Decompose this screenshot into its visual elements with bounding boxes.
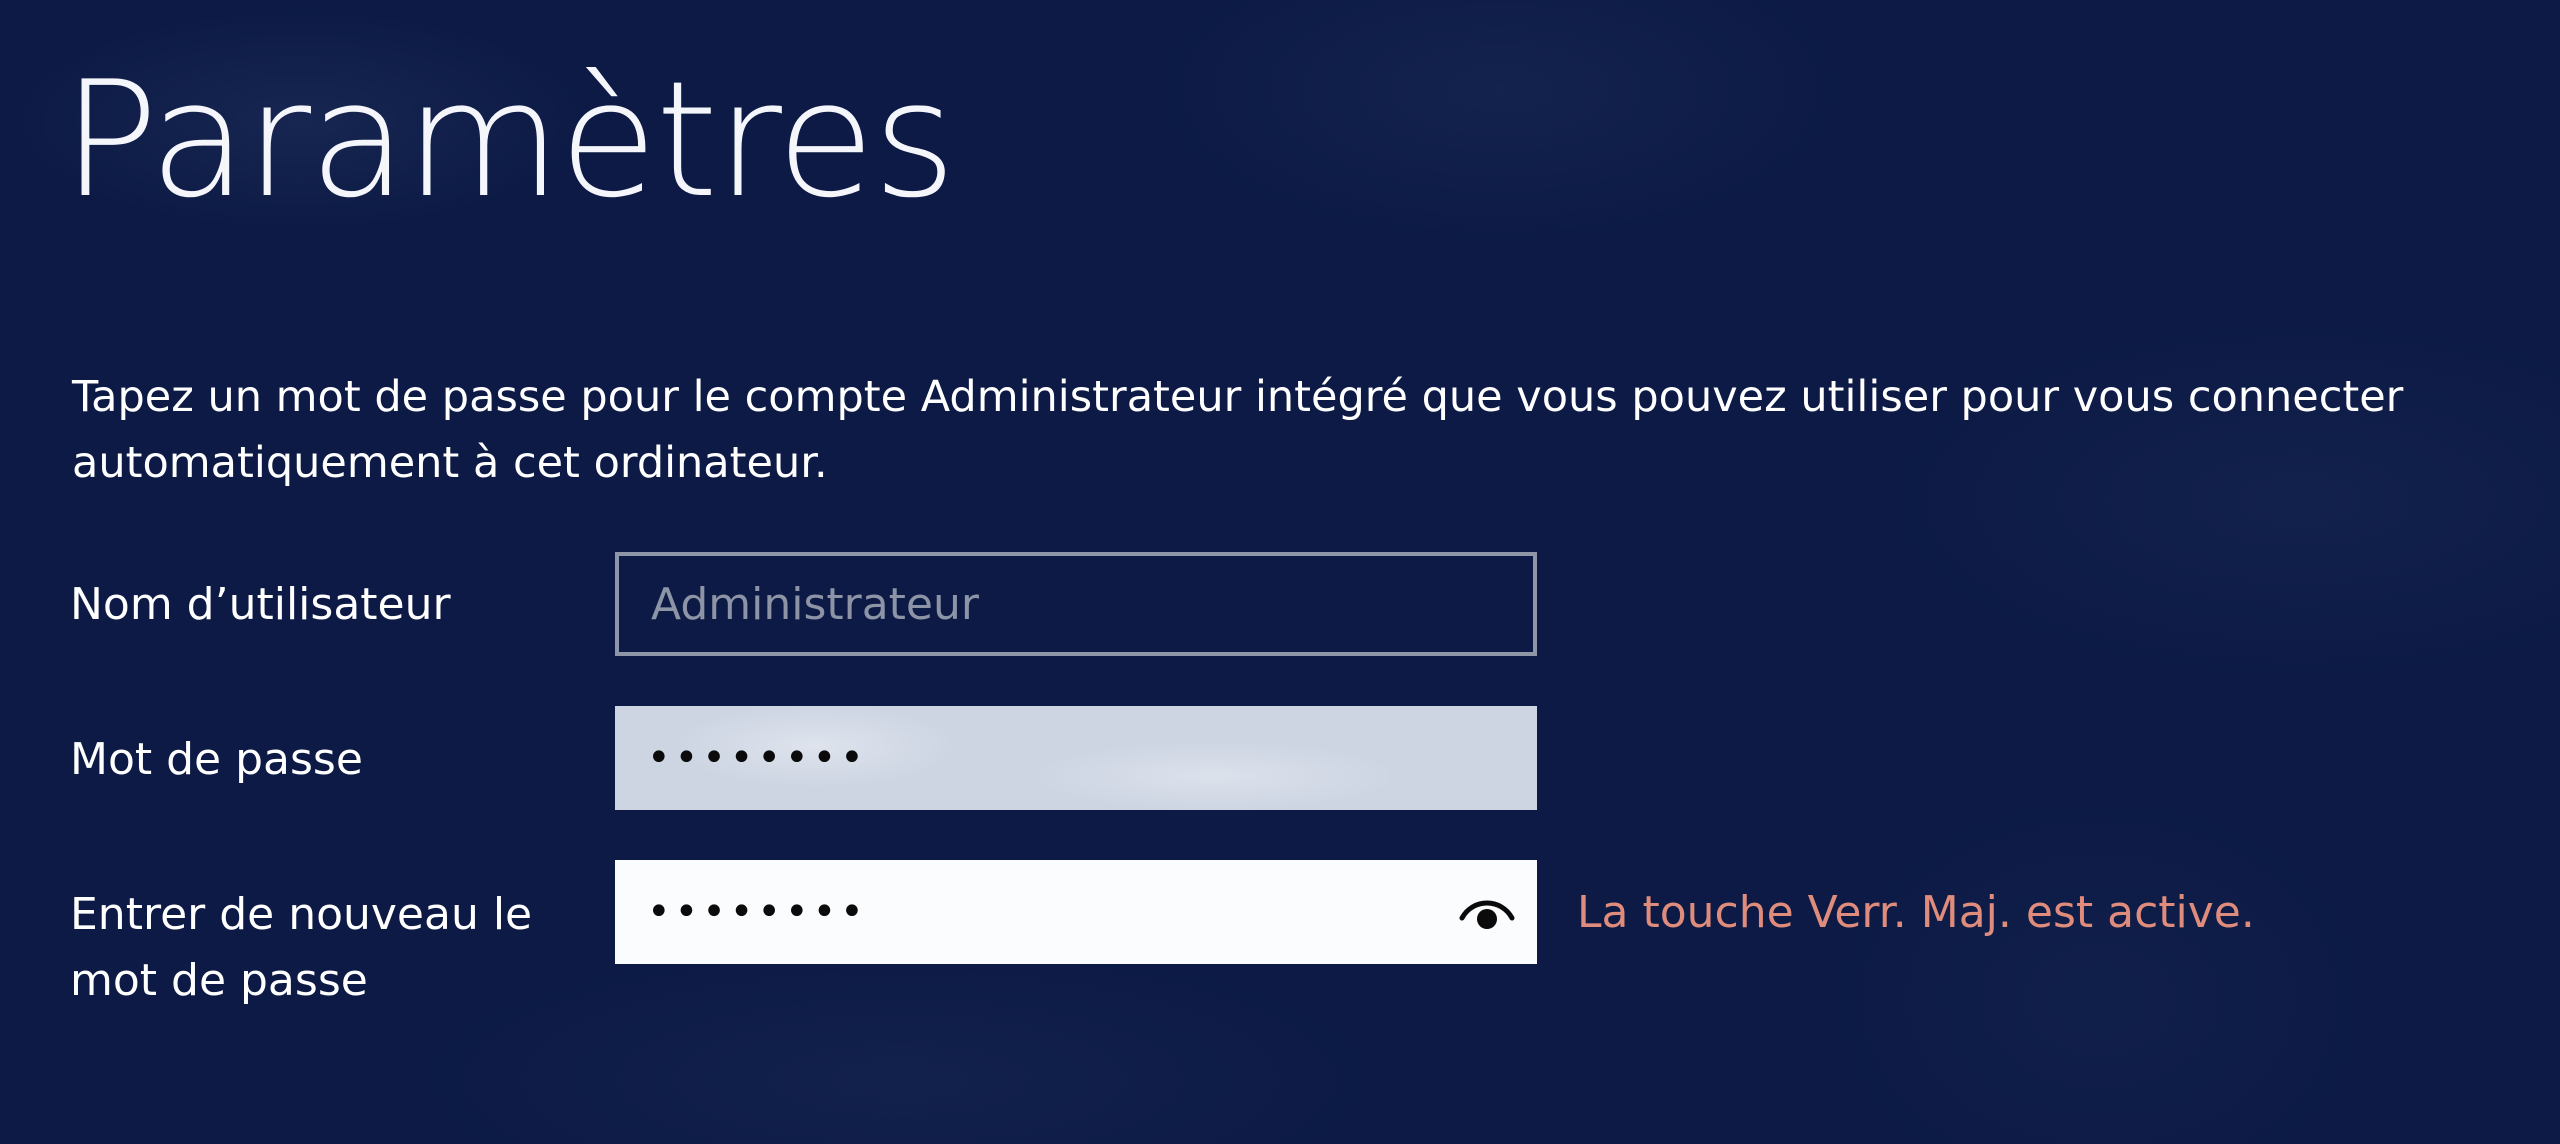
page-title: Paramètres [62,46,956,233]
password-masked-value: •••••••• [647,735,868,781]
eye-icon [1459,900,1515,929]
reveal-password-button[interactable] [1457,882,1517,942]
password-field[interactable]: •••••••• [615,706,1537,810]
confirm-password-field[interactable]: •••••••• [615,860,1537,964]
caps-lock-warning: La touche Verr. Maj. est active. [1577,887,2255,938]
password-label: Mot de passe [70,734,363,785]
confirm-password-label: Entrer de nouveau le mot de passe [70,889,533,1006]
username-label: Nom d’utilisateur [70,579,451,630]
confirm-password-masked-value: •••••••• [647,889,868,935]
instruction-text: Tapez un mot de passe pour le compte Adm… [72,372,2404,488]
username-field[interactable]: Administrateur [615,552,1537,656]
username-placeholder: Administrateur [651,578,979,630]
